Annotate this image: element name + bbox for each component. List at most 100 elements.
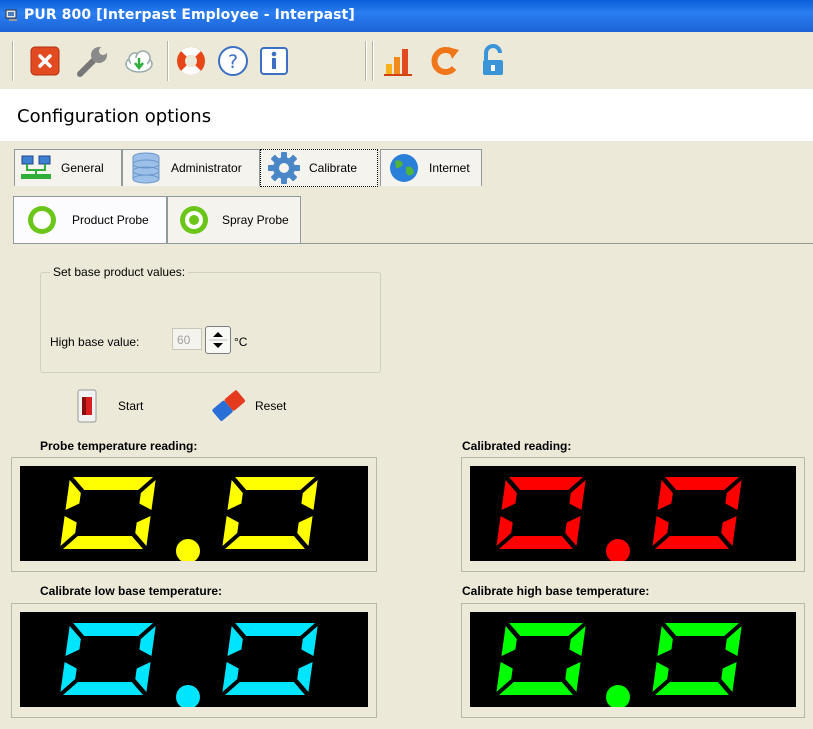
tab-label: Administrator xyxy=(171,161,242,175)
tab-label: Spray Probe xyxy=(222,213,289,227)
tab-label: Internet xyxy=(429,161,470,175)
toolbar-separator xyxy=(372,41,374,81)
segment-f xyxy=(501,480,517,510)
low-base-display xyxy=(11,603,377,718)
info-icon xyxy=(260,47,288,75)
high-base-stepper[interactable] xyxy=(205,326,231,354)
reset-button[interactable]: Reset xyxy=(209,388,286,424)
calibrated-reading-heading: Calibrated reading: xyxy=(462,439,572,453)
toolbar-separator xyxy=(365,41,367,81)
bar-chart-icon xyxy=(384,49,412,76)
segment-a xyxy=(73,623,154,636)
tab-spray-probe[interactable]: Spray Probe xyxy=(167,196,301,243)
segment-a xyxy=(235,477,316,490)
globe-icon xyxy=(390,154,418,182)
probe-reading-display xyxy=(11,457,377,572)
tab-internet[interactable]: Internet xyxy=(380,149,482,186)
stepper-arrows-icon xyxy=(209,332,227,348)
decimal-point xyxy=(176,539,200,563)
close-icon xyxy=(30,46,60,76)
eraser-icon xyxy=(212,390,245,421)
dot-ring-icon xyxy=(180,206,208,234)
toolbar-separator xyxy=(12,41,14,81)
segment-f xyxy=(65,480,81,510)
segment-d xyxy=(499,536,573,549)
database-icon xyxy=(132,152,160,184)
segment-a xyxy=(73,477,154,490)
segment-c xyxy=(565,516,581,546)
info-button[interactable] xyxy=(256,43,292,79)
segment-c xyxy=(565,662,581,692)
segment-c xyxy=(297,516,313,546)
base-values-group xyxy=(40,272,381,373)
segment-c xyxy=(135,516,151,546)
display-screen xyxy=(470,612,796,709)
high-base-input[interactable]: 60 xyxy=(172,328,202,350)
segment-c xyxy=(297,662,313,692)
segment-a xyxy=(235,623,316,636)
high-base-label: High base value: xyxy=(50,335,140,349)
tab-label: General xyxy=(61,161,104,175)
segment-d xyxy=(63,536,143,549)
low-base-value xyxy=(60,623,318,709)
segment-d xyxy=(225,536,305,549)
tab-label: Calibrate xyxy=(309,161,358,175)
support-button[interactable] xyxy=(173,43,209,79)
segment-f xyxy=(65,626,81,656)
chart-button[interactable] xyxy=(381,43,417,79)
settings-button[interactable] xyxy=(75,43,111,79)
high-base-display xyxy=(461,603,805,718)
segment-c xyxy=(135,662,151,692)
reset-label: Reset xyxy=(255,399,287,413)
switch-icon xyxy=(77,389,97,423)
unit-label: °C xyxy=(234,335,248,349)
app-icon xyxy=(5,9,17,21)
segment-f xyxy=(501,626,517,656)
help-icon: ? xyxy=(218,46,248,76)
segment-f xyxy=(657,626,673,656)
download-button[interactable] xyxy=(121,43,157,79)
lifebuoy-icon xyxy=(177,47,205,75)
tab-product-probe[interactable]: Product Probe xyxy=(13,196,167,243)
cloud-download-icon xyxy=(125,50,153,73)
decimal-point xyxy=(606,685,630,709)
segment-d xyxy=(499,682,573,695)
segment-a xyxy=(509,623,584,636)
page-title: Configuration options xyxy=(17,106,212,127)
close-button[interactable] xyxy=(27,43,63,79)
tab-general[interactable]: General xyxy=(14,149,122,186)
tab-calibrate[interactable]: Calibrate xyxy=(260,149,378,187)
decimal-point xyxy=(176,685,200,709)
segment-f xyxy=(227,480,243,510)
start-button[interactable]: Start xyxy=(76,389,143,423)
toolbar: ? xyxy=(0,33,813,89)
main-tabs: General Administrator Calibrate Internet xyxy=(0,141,813,193)
help-button[interactable]: ? xyxy=(215,43,251,79)
ring-icon xyxy=(28,206,56,234)
svg-text:?: ? xyxy=(228,51,238,73)
segment-a xyxy=(509,477,584,490)
calibrated-reading-display xyxy=(461,457,805,572)
window-title: PUR 800 [Interpast Employee - Interpast] xyxy=(24,7,355,23)
segment-a xyxy=(665,477,740,490)
high-base-value xyxy=(496,623,742,709)
segment-d xyxy=(655,536,729,549)
calibrated-reading-value xyxy=(496,477,742,563)
probe-reading-value xyxy=(60,477,318,563)
group-label: Set base product values: xyxy=(50,265,189,279)
unlock-button[interactable] xyxy=(475,43,511,79)
display-screen xyxy=(20,466,368,563)
segment-f xyxy=(657,480,673,510)
probe-tabs: Product Probe Spray Probe xyxy=(13,196,813,244)
refresh-button[interactable] xyxy=(427,43,463,79)
toolbar-separator xyxy=(167,41,169,81)
tab-administrator[interactable]: Administrator xyxy=(122,149,260,186)
start-label: Start xyxy=(118,399,144,413)
gear-icon xyxy=(268,152,300,184)
probe-reading-heading: Probe temperature reading: xyxy=(40,439,198,453)
refresh-icon xyxy=(431,47,459,76)
segment-d xyxy=(63,682,143,695)
display-screen xyxy=(470,466,796,563)
low-base-heading: Calibrate low base temperature: xyxy=(40,584,223,598)
display-screen xyxy=(20,612,368,709)
